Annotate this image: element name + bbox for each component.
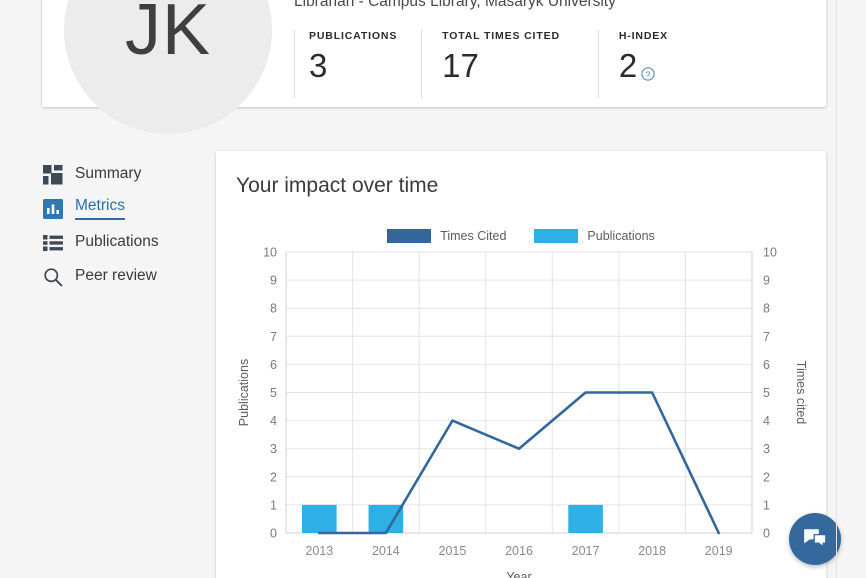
svg-text:5: 5	[270, 386, 277, 400]
svg-text:Publications: Publications	[237, 359, 251, 426]
sidebar-item-metrics[interactable]: Metrics	[42, 192, 202, 226]
svg-text:4: 4	[763, 414, 770, 428]
chat-bubbles-icon	[804, 529, 827, 548]
profile-stats: PUBLICATIONS 3 TOTAL TIMES CITED 17 H-IN…	[294, 30, 692, 98]
svg-text:Times cited: Times cited	[794, 361, 808, 424]
stat-total-times-cited: TOTAL TIMES CITED 17	[421, 30, 598, 98]
svg-text:2: 2	[763, 470, 770, 484]
svg-text:?: ?	[646, 69, 651, 79]
svg-text:5: 5	[763, 386, 770, 400]
grid-dashboard-icon	[42, 164, 64, 186]
svg-text:10: 10	[763, 246, 777, 260]
stat-total-times-cited-label: TOTAL TIMES CITED	[442, 30, 560, 42]
search-icon	[42, 266, 64, 288]
sidebar-item-summary[interactable]: Summary	[42, 158, 202, 192]
stat-total-times-cited-number: 17	[442, 47, 479, 84]
sidebar-item-publications[interactable]: Publications	[42, 226, 202, 260]
sidebar-item-peer-review[interactable]: Peer review	[42, 260, 202, 294]
svg-text:4: 4	[270, 414, 277, 428]
svg-text:Year: Year	[506, 570, 531, 578]
viewport-right-edge	[836, 0, 837, 578]
svg-text:10: 10	[263, 246, 277, 260]
profile-details: Librarian - Campus Library, Masaryk Univ…	[294, 0, 810, 107]
stat-h-index-value: 2 ?	[618, 47, 668, 88]
avatar-initials: JK	[124, 0, 212, 70]
svg-text:2017: 2017	[572, 544, 600, 558]
svg-text:1: 1	[763, 498, 770, 512]
svg-text:7: 7	[763, 330, 770, 344]
profile-subtitle: Librarian - Campus Library, Masaryk Univ…	[294, 0, 616, 10]
svg-text:6: 6	[270, 358, 277, 372]
profile-header-card: JK Librarian - Campus Library, Masaryk U…	[42, 0, 826, 134]
sidebar-nav: Summary Metrics Publications Peer review	[42, 158, 202, 294]
stat-publications: PUBLICATIONS 3	[294, 30, 421, 98]
svg-text:2014: 2014	[372, 544, 400, 558]
svg-text:7: 7	[270, 330, 277, 344]
svg-text:8: 8	[270, 302, 277, 316]
stat-h-index: H-INDEX 2 ?	[597, 30, 692, 98]
svg-text:2013: 2013	[305, 544, 333, 558]
svg-text:3: 3	[270, 442, 277, 456]
help-icon[interactable]: ?	[641, 52, 655, 88]
svg-text:1: 1	[270, 498, 277, 512]
bar-chart-icon	[42, 198, 64, 220]
svg-text:2018: 2018	[638, 544, 666, 558]
chat-button[interactable]	[789, 513, 841, 565]
sidebar-item-publications-label: Publications	[75, 232, 159, 250]
svg-text:3: 3	[763, 442, 770, 456]
svg-text:9: 9	[763, 274, 770, 288]
svg-text:6: 6	[763, 358, 770, 372]
impact-chart-card: Your impact over time Times Cited Public…	[216, 151, 826, 578]
svg-text:2015: 2015	[439, 544, 467, 558]
sidebar-item-summary-label: Summary	[75, 164, 142, 182]
stat-publications-value: 3	[309, 47, 397, 84]
avatar: JK	[64, 0, 272, 134]
stat-h-index-label: H-INDEX	[618, 30, 668, 42]
stat-total-times-cited-value: 17	[442, 47, 560, 84]
chart-svg: 0 1 2 3 4 5 6 7 8 9 10 0 1 2 3 4 5 6 7 8 9 10 2013 2014 2015 2016…	[237, 246, 808, 578]
stat-publications-number: 3	[309, 47, 328, 84]
stat-h-index-number: 2	[618, 47, 638, 84]
svg-text:2: 2	[270, 470, 277, 484]
list-icon	[42, 232, 64, 254]
sidebar-item-metrics-label: Metrics	[75, 198, 125, 220]
chart-plot-area[interactable]: 0 1 2 3 4 5 6 7 8 9 10 0 1 2 3 4 5 6 7 8 9 10 2013 2014 2015 2016…	[216, 151, 826, 578]
svg-text:9: 9	[270, 274, 277, 288]
svg-text:0: 0	[763, 527, 770, 541]
sidebar-item-peer-review-label: Peer review	[75, 266, 157, 284]
stat-publications-label: PUBLICATIONS	[309, 30, 398, 42]
svg-text:8: 8	[763, 302, 770, 316]
svg-text:2019: 2019	[705, 544, 733, 558]
svg-text:0: 0	[270, 527, 277, 541]
svg-text:2016: 2016	[505, 544, 533, 558]
